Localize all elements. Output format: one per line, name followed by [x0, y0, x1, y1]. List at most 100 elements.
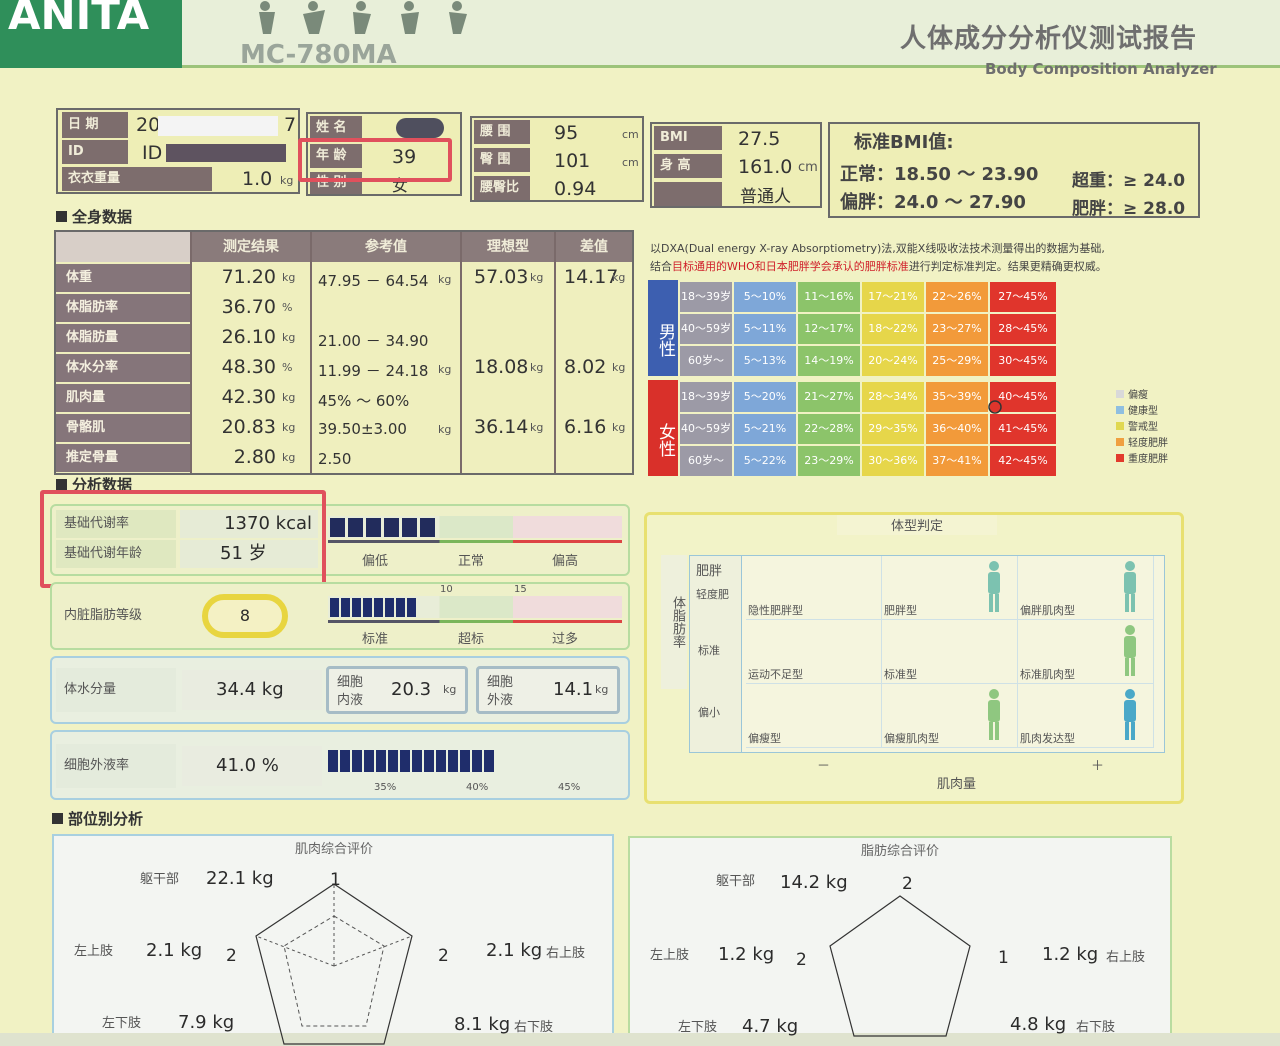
- row-result: 20.83: [221, 416, 276, 438]
- note-a: 结合: [650, 260, 672, 273]
- row-result: 2.80: [233, 446, 276, 468]
- row-ideal: 57.03: [474, 266, 529, 288]
- ecw-scale-40: 40%: [466, 782, 489, 793]
- legend-item: 轻度肥胖: [1116, 434, 1196, 449]
- legend-item: 健康型: [1116, 402, 1196, 417]
- ecw-rate-bar: [328, 750, 496, 772]
- note-b: 进行判定标准判定。结果更精确更权威。: [908, 260, 1107, 273]
- fat-range-cell: 28～34%: [862, 382, 924, 412]
- fat-range-cell: 12～17%: [798, 314, 860, 344]
- ecw-bar-segment: [340, 750, 350, 772]
- fat-range-cell: 23～27%: [926, 314, 988, 344]
- info-box-left: 日 期 20 7 ID ID 衣衣重量 1.0 kg: [56, 108, 300, 194]
- fat-range-cell: 5～21%: [734, 414, 796, 444]
- row-label: 体脂肪量: [56, 324, 190, 352]
- bmi-obese-range: 肥胖：≥ 28.0: [1072, 199, 1186, 219]
- fat-range-cell: 23～29%: [798, 446, 860, 476]
- body-type-grid: 肥胖 轻度肥 标准 偏小 隐性肥胖型 肥胖型 偏胖肌肉型 运动不足型 标准型 标准肌肉型 偏瘦型 偏瘦…: [689, 555, 1165, 753]
- row-difference: 6.16: [564, 416, 607, 438]
- table-divider: [190, 232, 192, 473]
- row-result: 36.70: [221, 296, 276, 318]
- type-label-blank: [654, 182, 722, 206]
- row-ideal-unit: kg: [530, 421, 544, 434]
- row-reference-unit: kg: [438, 423, 452, 436]
- row-ideal: 36.14: [474, 416, 529, 438]
- body-type-plus: ＋: [1091, 759, 1105, 774]
- fat-range-cell: 18～22%: [862, 314, 924, 344]
- whole-body-table: 测定结果 参考值 理想型 差值 体重 71.20 kg 47.95 － 64.54 kg…: [54, 230, 634, 475]
- fat-left-score: 2: [796, 950, 807, 970]
- muscle-eval-panel: 肌肉综合评价 躯干部 22.1 kg 1 左上肢 2.1 kg 2 2 2.1 …: [52, 834, 614, 1045]
- hip-label: 臀 围: [474, 148, 530, 172]
- row-reference: 39.50±3.00: [318, 420, 407, 438]
- height-value: 161.0: [738, 156, 793, 178]
- ecw-rate-value: 41.0 %: [182, 746, 322, 786]
- date-label: 日 期: [62, 112, 128, 138]
- header-difference: 差值: [556, 232, 632, 262]
- hip-value: 101: [554, 150, 591, 172]
- muscle-left-leg-value: 7.9 kg: [178, 1012, 235, 1033]
- row-result-unit: kg: [282, 271, 296, 284]
- ecw-scale-35: 35%: [374, 782, 397, 793]
- visceral-tick-15: 15: [514, 584, 527, 595]
- row-reference: 47.95 － 64.54: [318, 272, 429, 290]
- ecw-bar-segment: [400, 750, 410, 772]
- table-corner: [56, 232, 192, 262]
- fat-range-cell: 35～39%: [926, 382, 988, 412]
- row-label: 体重: [56, 264, 190, 292]
- person-type-value: 普通人: [740, 187, 791, 207]
- visceral-fat-label: 内脏脂肪等级: [56, 590, 196, 642]
- body-type-cell-label: 偏胖肌肉型: [1020, 604, 1075, 617]
- brand-logo: ANITA: [0, 0, 182, 68]
- legend-item: 偏瘦: [1116, 386, 1196, 401]
- redacted-id: [166, 144, 286, 162]
- body-type-panel: 体型判定 体脂肪率 肥胖 轻度肥 标准 偏小 隐性肥胖型 肥胖型 偏胖肌肉型 运动不足型 标准型…: [644, 512, 1184, 804]
- row-result: 26.10: [221, 326, 276, 348]
- muscle-left-leg-label: 左下肢: [102, 1016, 142, 1031]
- fat-range-cell: 41～45%: [990, 414, 1056, 444]
- bmr-highlight-box: [40, 490, 326, 588]
- visceral-scale-over: 超标: [458, 632, 485, 647]
- table-divider: [554, 232, 556, 473]
- icw-unit: kg: [443, 683, 457, 696]
- bmi-value: 27.5: [738, 128, 781, 150]
- model-number: MC-780MA: [240, 40, 397, 70]
- fat-range-cell: 5～11%: [734, 314, 796, 344]
- row-result: 42.30: [221, 386, 276, 408]
- id-value: ID: [142, 142, 163, 164]
- fat-left-arm-label: 左上肢: [650, 948, 690, 963]
- legend-swatch: [1116, 406, 1124, 414]
- muscle-right-arm-value: 2.1 kg: [486, 940, 543, 961]
- bmr-bar-fill: [330, 518, 438, 537]
- row-reference: 11.99 － 24.18: [318, 362, 429, 380]
- body-water-label: 体水分量: [56, 668, 176, 712]
- ecw-bar-segment: [424, 750, 434, 772]
- table-divider: [460, 232, 462, 473]
- fat-range-cell: 5～10%: [734, 282, 796, 312]
- row-result-unit: kg: [282, 391, 296, 404]
- fat-eval-title: 脂肪综合评价: [860, 844, 939, 859]
- whr-value: 0.94: [554, 178, 597, 200]
- ecw-bar-segment: [460, 750, 470, 772]
- legend-label: 偏瘦: [1128, 390, 1148, 401]
- waist-label: 腰 围: [474, 120, 530, 144]
- fat-range-cell: 40～59岁: [680, 314, 732, 344]
- bmi-over-range: 超重：≥ 24.0: [1072, 171, 1186, 191]
- body-type-x-label: 肌肉量: [937, 777, 977, 792]
- row-label: 体脂肪率: [56, 294, 190, 322]
- visceral-scale-excess: 过多: [552, 632, 579, 647]
- header-result: 测定结果: [192, 232, 310, 262]
- row-result-unit: kg: [282, 451, 296, 464]
- body-type-row-small: 偏小: [698, 706, 720, 719]
- visceral-bar-segment: [363, 598, 372, 617]
- fat-right-leg-value: 4.8 kg: [1010, 1014, 1067, 1035]
- muscle-left-arm-value: 2.1 kg: [146, 940, 203, 961]
- muscle-right-leg-label: 右下肢: [514, 1020, 554, 1035]
- body-type-cell-label: 偏瘦型: [748, 732, 781, 745]
- note-red: 目标通用的WHO和日本肥胖学会承认的肥胖标准: [672, 260, 909, 273]
- fat-range-cell: 5～20%: [734, 382, 796, 412]
- visceral-fat-panel: 内脏脂肪等级 8 10 15 标准 超标 过多: [50, 582, 630, 650]
- ecw-label-2: 外液: [487, 693, 514, 708]
- date-tail: 7: [284, 114, 297, 136]
- table-divider: [310, 232, 312, 473]
